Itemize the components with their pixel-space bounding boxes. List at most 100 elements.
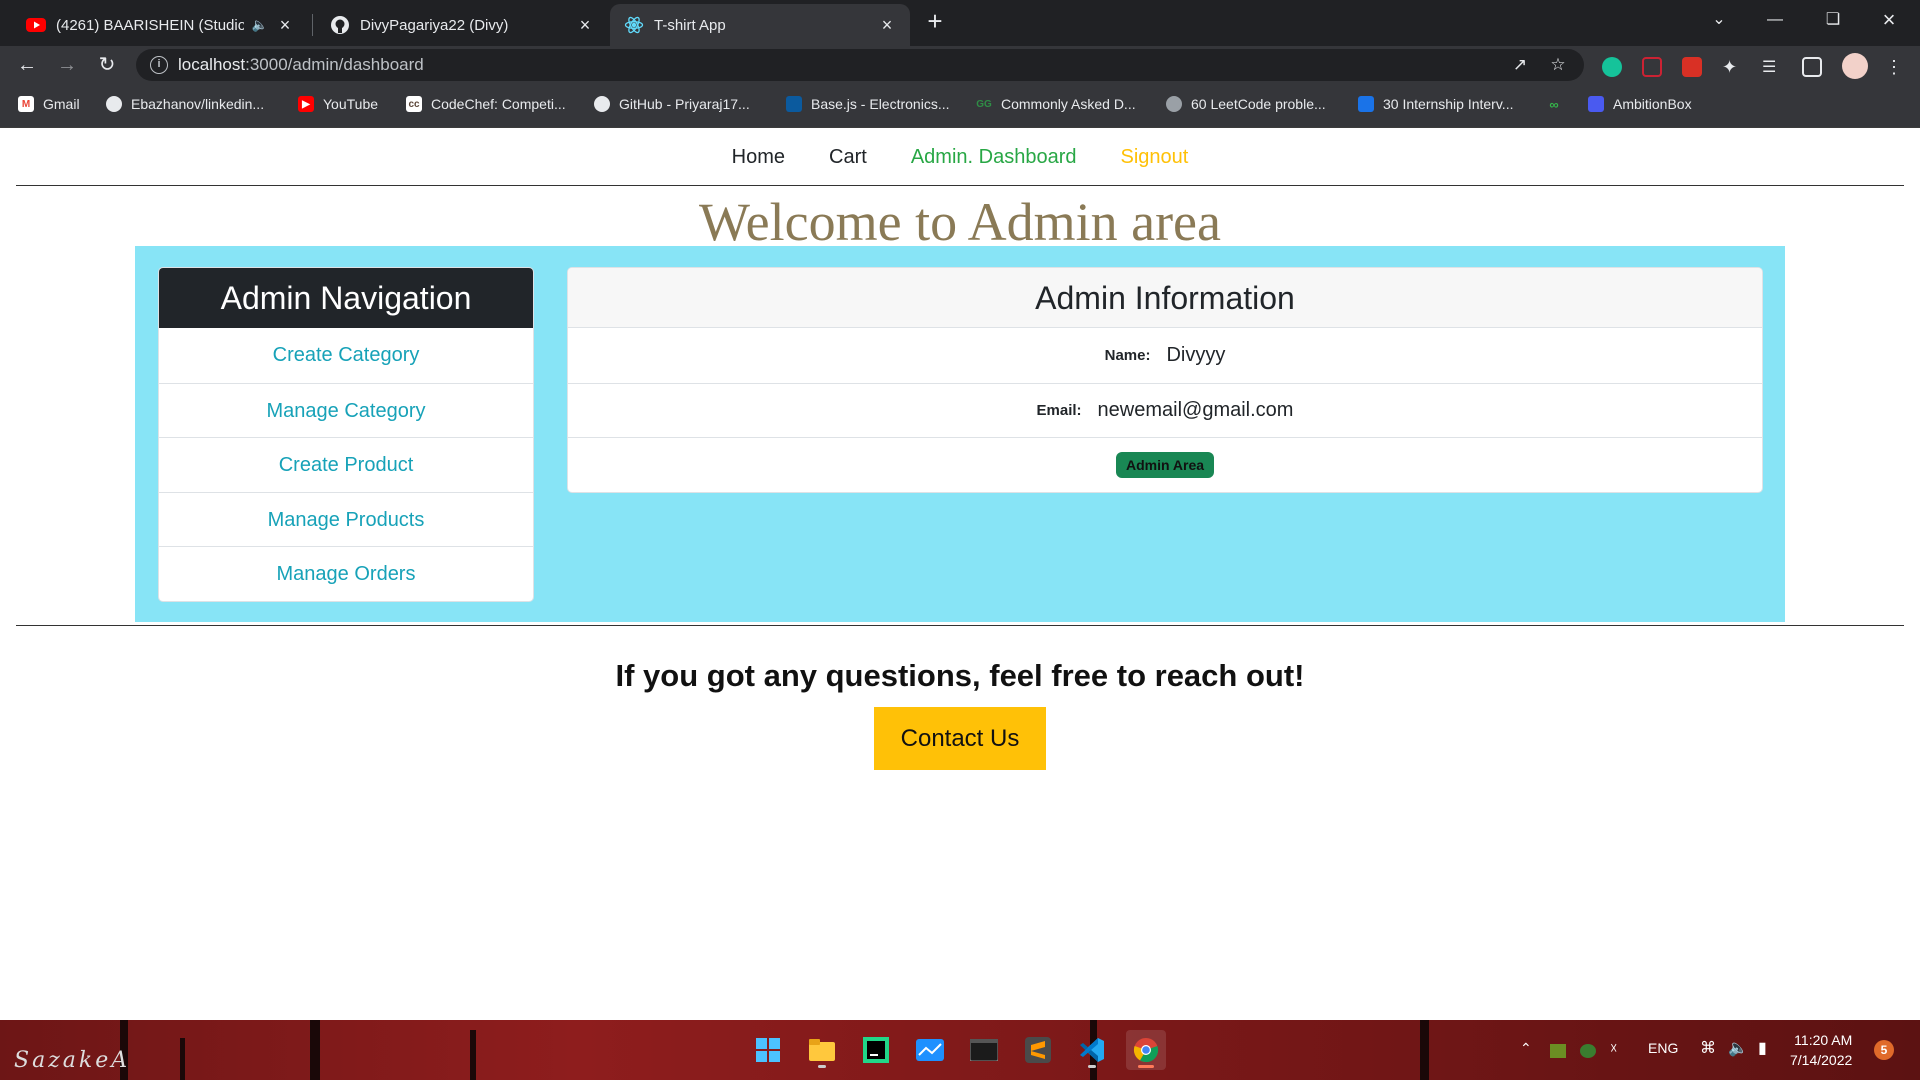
footer-heading: If you got any questions, feel free to r… (615, 658, 1305, 693)
gmail-icon: M (18, 96, 34, 112)
bookmark-gfg[interactable]: GG Commonly Asked D... (976, 96, 1135, 112)
site-navbar: Home Cart Admin. Dashboard Signout (0, 128, 1920, 186)
wallpaper-signature: SazakeA (14, 1048, 131, 1073)
admin-information-card: Admin Information Name: Divyyy Email: ne… (567, 267, 1763, 493)
github-icon (594, 96, 610, 112)
vscode-icon (786, 96, 802, 112)
reload-icon[interactable]: ↻ (92, 50, 122, 80)
page-content: Home Cart Admin. Dashboard Signout Welco… (0, 128, 1920, 1020)
share-icon[interactable]: ↗ (1510, 55, 1530, 75)
pycharm-icon[interactable] (856, 1030, 896, 1070)
wifi-icon[interactable]: ⌘ (1700, 1038, 1716, 1058)
media-control-icon[interactable]: ☰ (1762, 57, 1782, 77)
language-indicator[interactable]: ENG (1648, 1040, 1678, 1056)
globe-icon (1166, 96, 1182, 112)
battery-icon[interactable]: ▮ (1758, 1038, 1767, 1058)
bookmark-label: Ebazhanov/linkedin... (131, 96, 265, 112)
nav-home-link[interactable]: Home (710, 146, 807, 169)
bookmark-youtube[interactable]: ▶ YouTube (298, 96, 378, 112)
codechef-icon: cc (406, 96, 422, 112)
bookmark-ambitionbox[interactable]: AmbitionBox (1588, 96, 1692, 112)
close-tab-icon[interactable]: × (576, 15, 594, 36)
extension-red-icon[interactable] (1682, 57, 1702, 77)
admin-information-header: Admin Information (568, 268, 1762, 328)
bookmark-codechef[interactable]: cc CodeChef: Competi... (406, 96, 566, 112)
nav-manage-products[interactable]: Manage Products (159, 491, 533, 547)
bookmark-basejs[interactable]: Base.js - Electronics... (786, 96, 950, 112)
bookmarks-bar: M Gmail Ebazhanov/linkedin... ▶ YouTube … (0, 84, 1920, 128)
volume-icon[interactable]: 🔈 (1728, 1038, 1748, 1058)
tab-github[interactable]: DivyPagariya22 (Divy) × (316, 4, 608, 46)
photos-icon[interactable] (910, 1030, 950, 1070)
tray-overflow-icon[interactable]: ⌃ (1520, 1040, 1532, 1057)
bookmark-label: CodeChef: Competi... (431, 96, 566, 112)
nav-manage-orders[interactable]: Manage Orders (159, 546, 533, 601)
close-tab-icon[interactable]: × (276, 15, 294, 36)
nav-cart-link[interactable]: Cart (807, 146, 889, 169)
nav-create-product[interactable]: Create Product (159, 437, 533, 492)
bookmark-internship[interactable]: 30 Internship Interv... (1358, 96, 1513, 112)
close-tab-icon[interactable]: × (878, 15, 896, 36)
grammarly-extension-icon[interactable] (1602, 57, 1622, 77)
chrome-icon[interactable] (1126, 1030, 1166, 1070)
notification-badge[interactable]: 5 (1874, 1040, 1894, 1060)
tab-tshirt-app[interactable]: T-shirt App × (610, 4, 910, 46)
running-indicator (818, 1065, 826, 1068)
extension-icon[interactable] (1642, 57, 1662, 77)
address-bar[interactable]: i localhost:3000/admin/dashboard ↗ ☆ (136, 49, 1584, 81)
tab-youtube[interactable]: (4261) BAARISHEIN (Studio) / 🔈 × (12, 4, 308, 46)
email-label: Email: (1036, 401, 1082, 419)
contact-us-button[interactable]: Contact Us (874, 707, 1046, 770)
url-text[interactable]: localhost:3000/admin/dashboard (178, 55, 424, 75)
system-clock[interactable]: 11:20 AM 7/14/2022 (1790, 1030, 1852, 1070)
side-panel-icon[interactable] (1802, 57, 1822, 77)
tab-title: (4261) BAARISHEIN (Studio) / (56, 16, 244, 34)
youtube-icon (26, 15, 46, 35)
react-icon (624, 15, 644, 35)
terminal-icon[interactable] (964, 1030, 1004, 1070)
clock-date: 7/14/2022 (1790, 1052, 1853, 1068)
file-explorer-icon[interactable] (802, 1030, 842, 1070)
forward-arrow-icon[interactable]: → (52, 50, 82, 80)
gfg-icon: GG (976, 98, 992, 110)
bookmark-gmail[interactable]: M Gmail (18, 96, 80, 112)
tab-title: DivyPagariya22 (Divy) (360, 16, 509, 34)
close-window-icon[interactable]: × (1866, 0, 1912, 40)
bookmark-label: YouTube (323, 96, 379, 112)
bookmark-leetcode[interactable]: 60 LeetCode proble... (1166, 96, 1326, 112)
nav-create-category[interactable]: Create Category (159, 328, 533, 383)
admin-badge-row: Admin Area (568, 437, 1762, 492)
speaker-icon[interactable]: 🔈 (252, 17, 268, 33)
browser-tab-bar: (4261) BAARISHEIN (Studio) / 🔈 × DivyPag… (0, 0, 1920, 46)
puzzle-extensions-icon[interactable]: ✦ (1722, 57, 1742, 77)
bookmark-label: AmbitionBox (1613, 96, 1692, 112)
new-tab-button[interactable]: + (920, 6, 950, 36)
bookmark-ebazhanov[interactable]: Ebazhanov/linkedin... (106, 96, 264, 112)
profile-avatar[interactable] (1842, 53, 1868, 79)
coursera-icon: ∞ (1549, 96, 1559, 112)
nvidia-icon[interactable] (1580, 1044, 1596, 1058)
bookmark-github-priyaraj[interactable]: GitHub - Priyaraj17... (594, 96, 750, 112)
admin-navigation-header: Admin Navigation (159, 268, 533, 328)
restore-icon[interactable]: ❏ (1810, 0, 1856, 40)
menu-kebab-icon[interactable]: ⋮ (1884, 57, 1904, 77)
sublime-text-icon[interactable] (1018, 1030, 1058, 1070)
nav-admin-dashboard-link[interactable]: Admin. Dashboard (889, 146, 1099, 169)
admin-name-row: Name: Divyyy (568, 328, 1762, 383)
back-arrow-icon[interactable]: ← (12, 50, 42, 80)
vscode-icon[interactable] (1072, 1030, 1112, 1070)
network-disconnected-icon[interactable]: ☓ (1610, 1040, 1617, 1057)
github-icon (330, 15, 350, 35)
nav-manage-category[interactable]: Manage Category (159, 382, 533, 438)
nav-signout-link[interactable]: Signout (1098, 146, 1210, 169)
tray-app-icon[interactable] (1550, 1044, 1566, 1058)
tab-title: T-shirt App (654, 16, 726, 34)
site-info-icon[interactable]: i (150, 56, 168, 74)
bookmark-star-icon[interactable]: ☆ (1548, 55, 1568, 75)
windows-start-icon[interactable] (748, 1030, 788, 1070)
admin-navigation-card: Admin Navigation Create Category Manage … (158, 267, 534, 602)
running-indicator (1088, 1065, 1096, 1068)
bookmark-coursera[interactable]: ∞ (1546, 96, 1571, 112)
tab-search-icon[interactable]: ⌄ (1696, 0, 1742, 40)
minimize-icon[interactable]: — (1752, 0, 1798, 40)
